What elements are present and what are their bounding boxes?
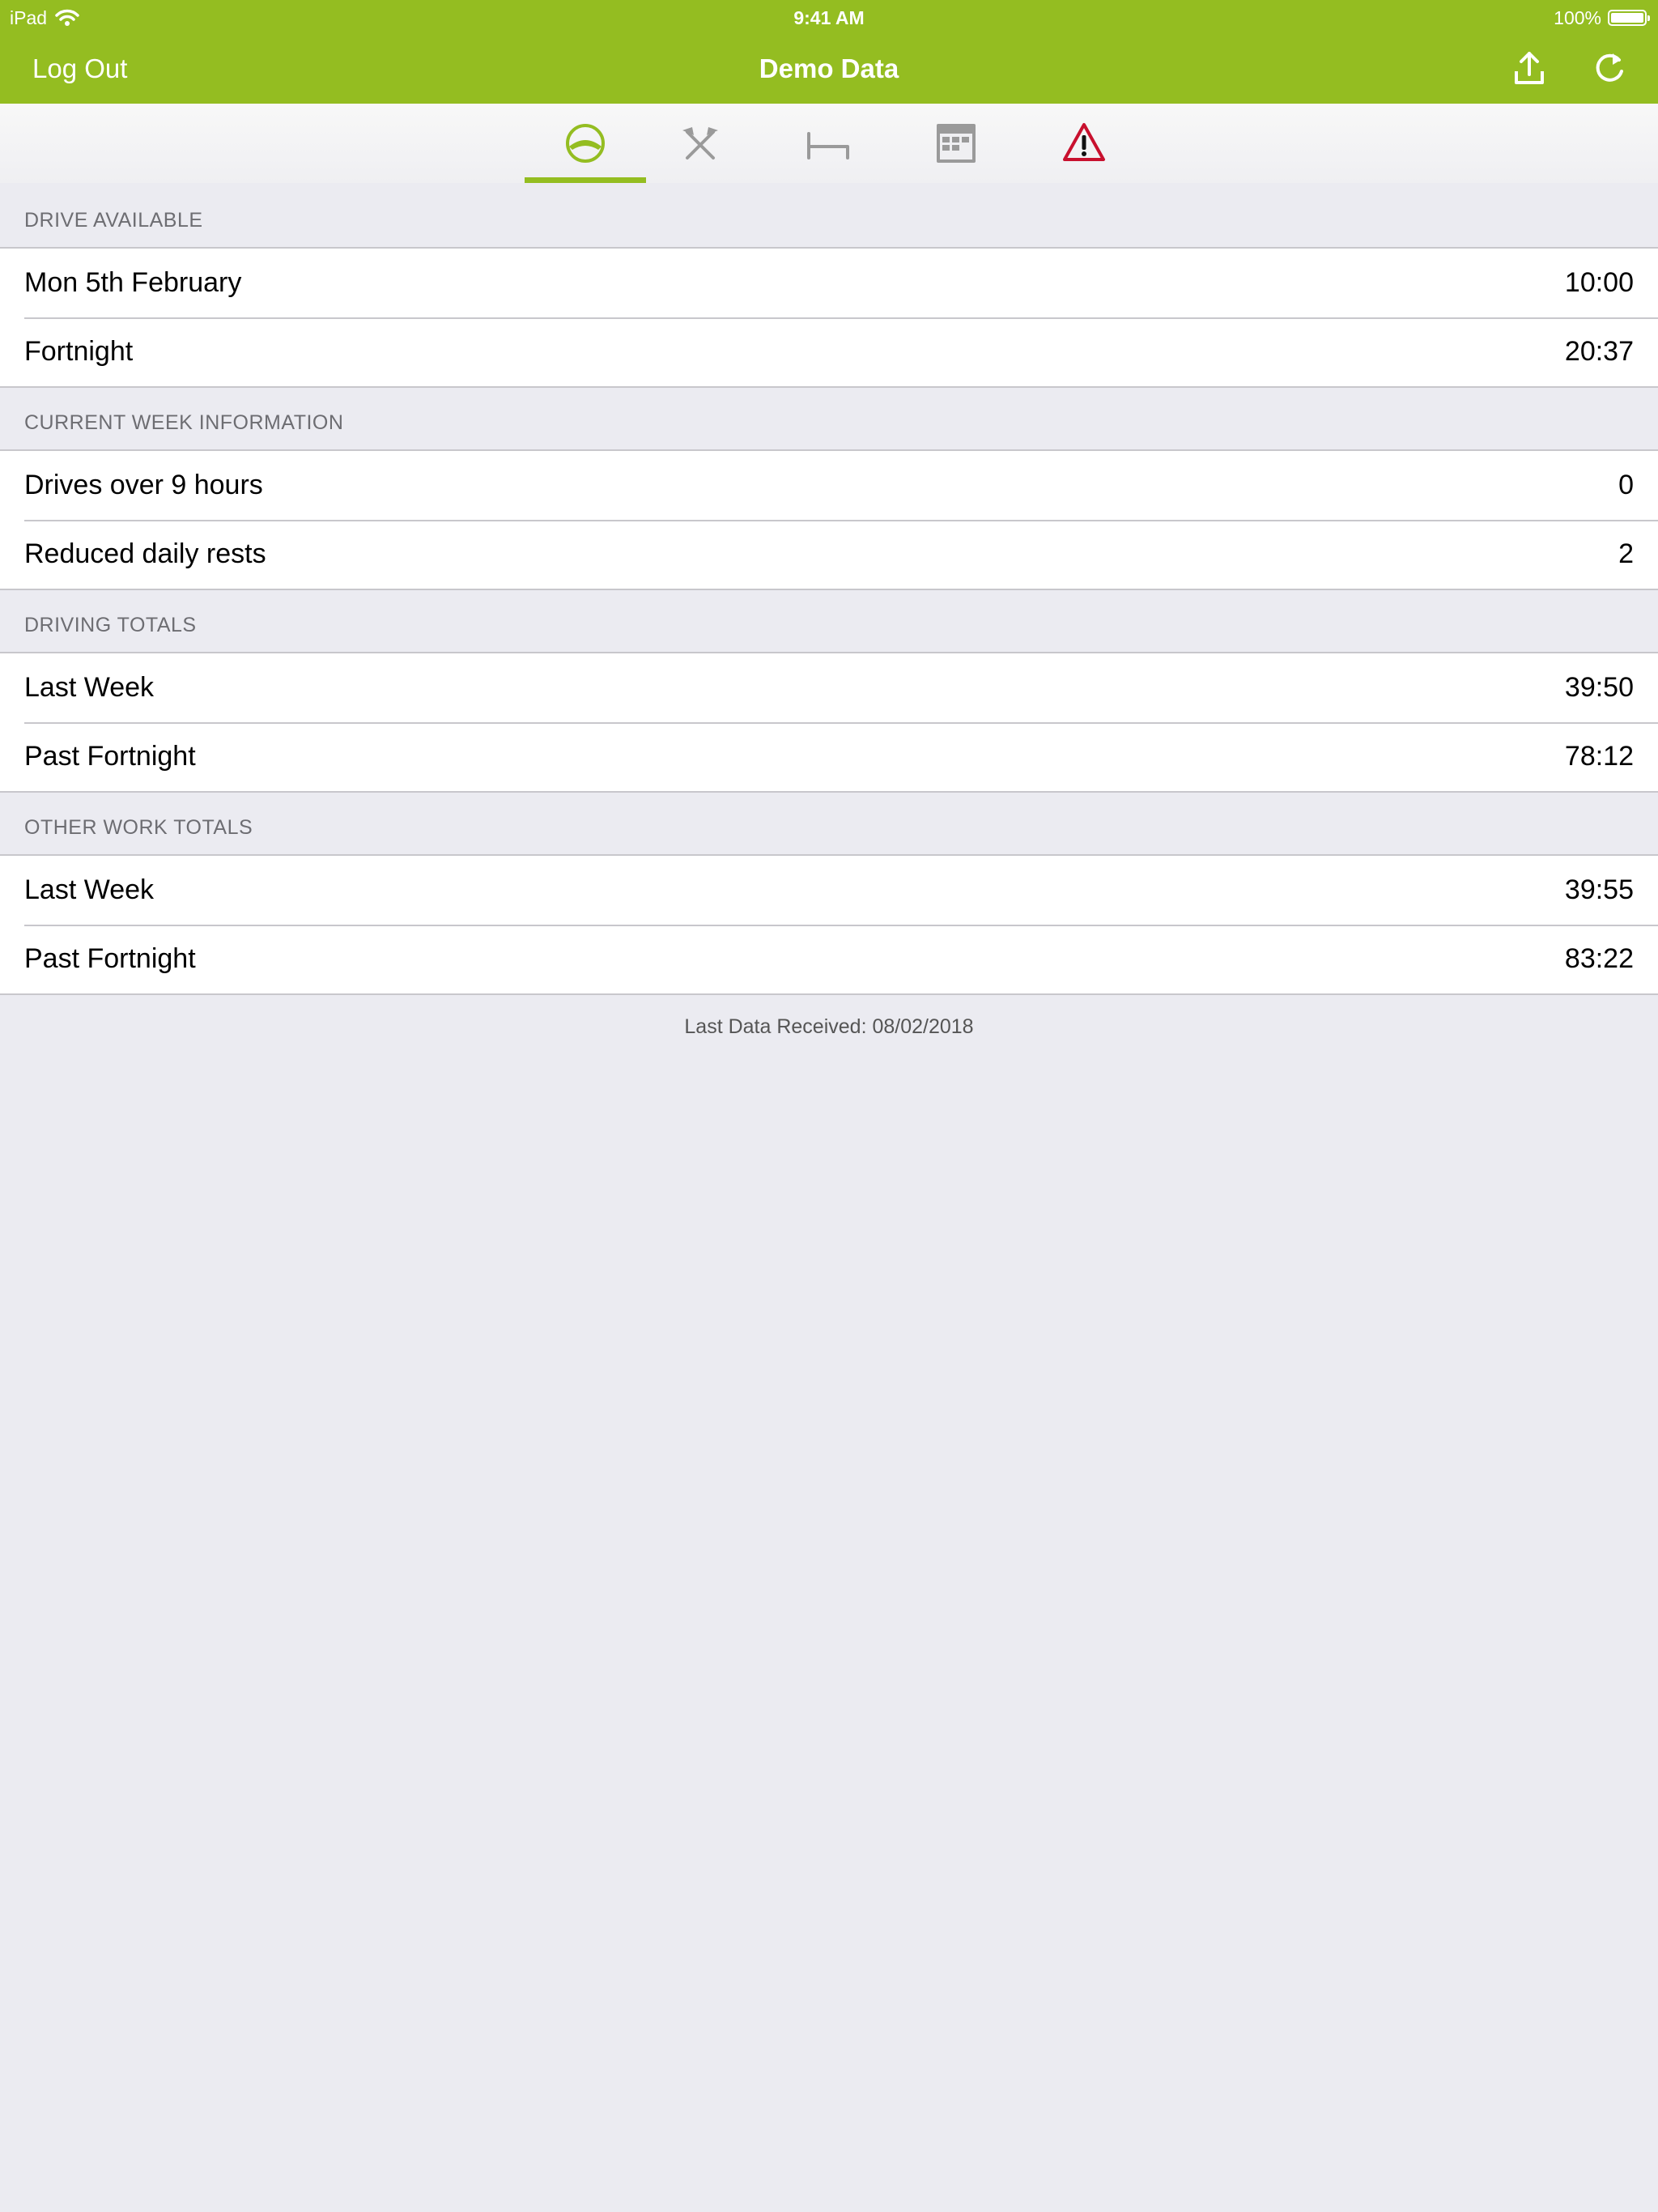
tab-infringements[interactable] <box>1023 104 1145 183</box>
tab-rest[interactable] <box>767 104 889 183</box>
table-row[interactable]: Past Fortnight 83:22 <box>0 925 1658 993</box>
row-label: Drives over 9 hours <box>24 470 263 500</box>
last-data-received: Last Data Received: 08/02/2018 <box>684 1015 974 1038</box>
table-row[interactable]: Past Fortnight 78:12 <box>0 722 1658 791</box>
section-header-driving-totals: DRIVING TOTALS <box>24 614 197 636</box>
table-row[interactable]: Last Week 39:50 <box>0 653 1658 722</box>
steering-wheel-icon <box>566 124 605 163</box>
status-time: 9:41 AM <box>793 7 865 28</box>
row-label: Past Fortnight <box>24 741 196 772</box>
row-label: Reduced daily rests <box>24 538 266 569</box>
tab-other-work[interactable] <box>640 104 761 183</box>
refresh-icon[interactable] <box>1590 49 1629 87</box>
tab-driving[interactable] <box>525 104 646 183</box>
table-row[interactable]: Reduced daily rests 2 <box>0 520 1658 589</box>
calendar-icon <box>937 124 976 163</box>
row-value: 39:50 <box>1564 672 1634 703</box>
row-label: Fortnight <box>24 336 134 367</box>
section-header-other-work-totals: OTHER WORK TOTALS <box>24 816 253 839</box>
warning-icon <box>1063 123 1105 161</box>
row-label: Past Fortnight <box>24 943 196 974</box>
row-value: 20:37 <box>1564 336 1634 367</box>
row-value: 0 <box>1618 470 1634 500</box>
driving-totals-group: Last Week 39:50 Past Fortnight 78:12 <box>0 652 1658 793</box>
table-row[interactable]: Mon 5th February 10:00 <box>0 249 1658 317</box>
active-tab-indicator <box>525 177 646 183</box>
table-row[interactable]: Last Week 39:55 <box>0 856 1658 925</box>
status-right: 100% <box>1554 5 1650 31</box>
navigation-bar: iPad 9:41 AM 100% Log Out Demo Data <box>0 0 1658 104</box>
row-value: 10:00 <box>1564 267 1634 298</box>
table-row[interactable]: Fortnight 20:37 <box>0 317 1658 386</box>
table-row[interactable]: Drives over 9 hours 0 <box>0 451 1658 520</box>
row-label: Last Week <box>24 874 155 905</box>
crossed-hammers-icon <box>682 127 718 160</box>
battery-icon <box>1608 10 1650 26</box>
section-header-current-week: CURRENT WEEK INFORMATION <box>24 411 344 434</box>
drive-available-group: Mon 5th February 10:00 Fortnight 20:37 <box>0 247 1658 388</box>
upload-icon[interactable] <box>1510 49 1549 87</box>
tab-calendar[interactable] <box>895 104 1017 183</box>
current-week-group: Drives over 9 hours 0 Reduced daily rest… <box>0 449 1658 590</box>
row-value: 39:55 <box>1564 874 1634 905</box>
bed-icon <box>807 132 849 160</box>
battery-percent: 100% <box>1554 6 1601 28</box>
section-header-drive-available: DRIVE AVAILABLE <box>24 209 203 232</box>
row-label: Last Week <box>24 672 155 703</box>
page-title: Demo Data <box>759 53 899 83</box>
tab-bar <box>0 104 1658 183</box>
row-value: 2 <box>1618 538 1634 569</box>
other-work-totals-group: Last Week 39:55 Past Fortnight 83:22 <box>0 854 1658 995</box>
row-value: 78:12 <box>1564 741 1634 772</box>
row-value: 83:22 <box>1564 943 1634 974</box>
row-label: Mon 5th February <box>24 267 242 298</box>
